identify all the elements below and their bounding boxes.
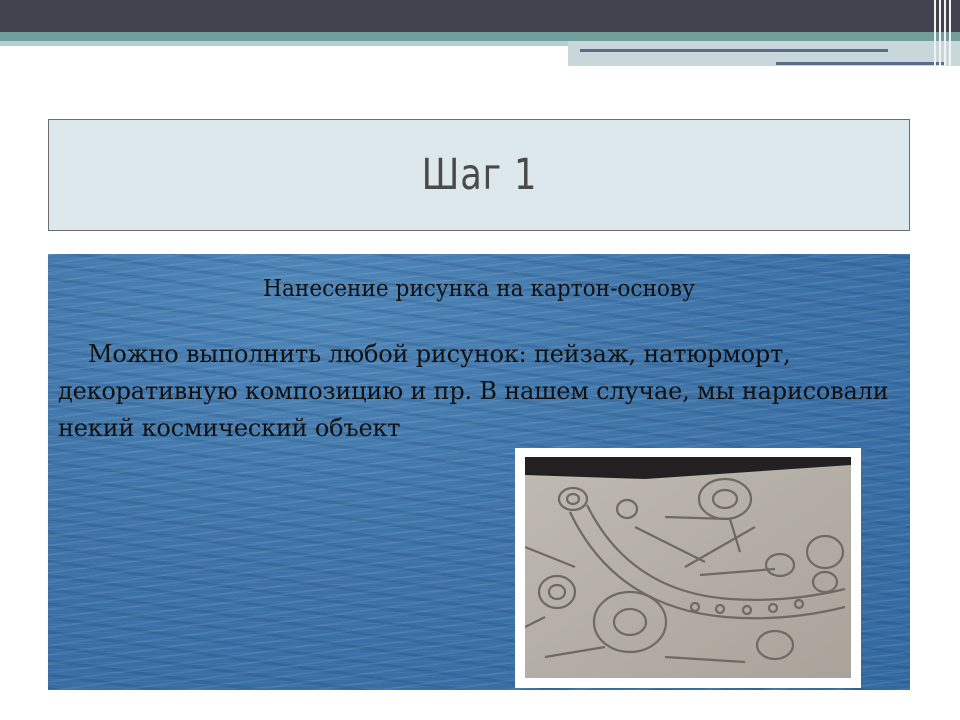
vertical-bars — [934, 0, 954, 66]
drawing-photo — [515, 448, 861, 688]
slide-title: Шаг 1 — [421, 150, 537, 200]
accent-line-upper — [580, 49, 888, 52]
title-box: Шаг 1 — [48, 119, 910, 231]
grey-stripe — [0, 41, 570, 46]
teal-stripe — [0, 32, 960, 41]
photo-icon — [525, 457, 851, 678]
top-band — [0, 0, 960, 32]
slide-body-text: Можно выполнить любой рисунок: пейзаж, н… — [58, 340, 889, 442]
accent-line-lower — [776, 62, 944, 65]
slide-subtitle: Нанесение рисунка на картон-основу — [263, 276, 695, 302]
